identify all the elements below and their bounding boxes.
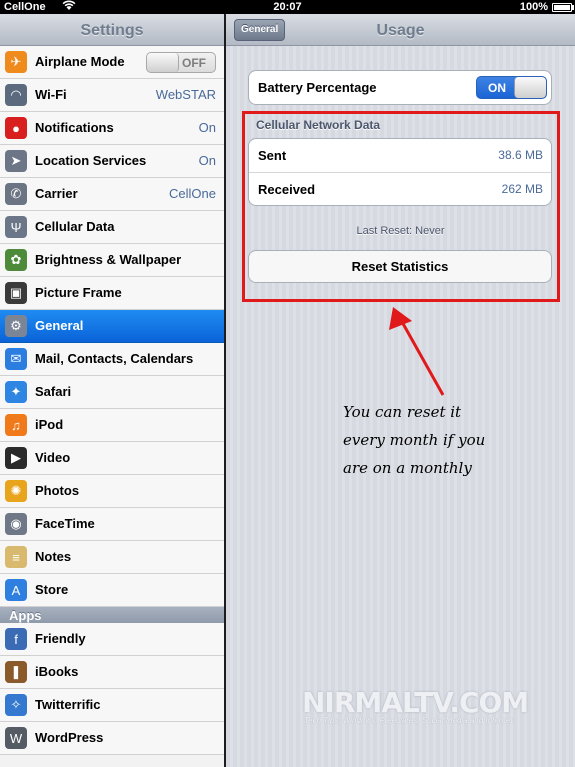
- annotation-arrow-icon: [389, 307, 445, 396]
